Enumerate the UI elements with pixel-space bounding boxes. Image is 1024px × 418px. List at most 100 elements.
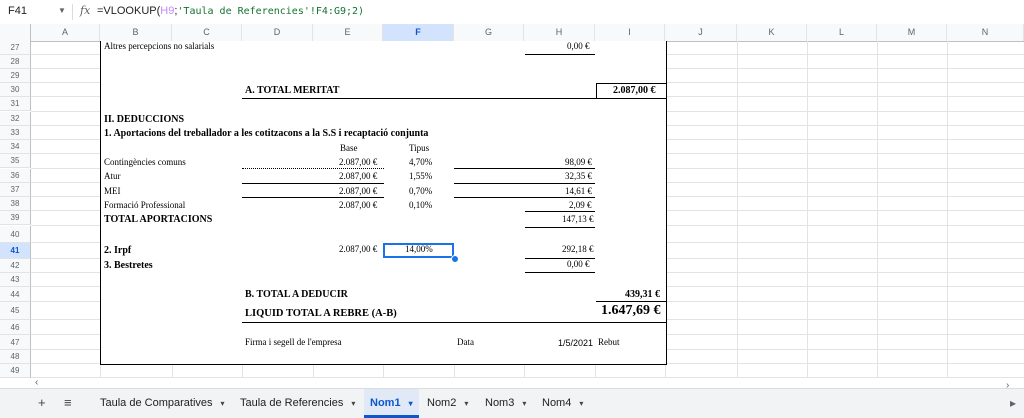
chevron-down-icon[interactable]: ▾ <box>221 399 225 408</box>
firma-label: Firma i segell de l'empresa <box>245 337 342 347</box>
chevron-down-icon[interactable]: ▾ <box>522 399 526 408</box>
row-header[interactable]: 45 <box>0 302 31 320</box>
item-label: Atur <box>104 171 121 181</box>
column-header-a[interactable]: A <box>31 24 100 41</box>
altres-underline <box>525 54 595 55</box>
tab-label: Nom1 <box>370 397 401 409</box>
formula-bar: F41 ▼ fx =VLOOKUP(H9;'Taula de Referenci… <box>0 0 1024 25</box>
bestretes-label: 3. Bestretes <box>104 260 153 271</box>
item-base: 2.087,00 € <box>339 157 378 167</box>
total-deduir-label: B. TOTAL A DEDUCIR <box>245 289 348 300</box>
row-header[interactable]: 44 <box>0 287 31 302</box>
row-header[interactable]: 36 <box>0 169 31 183</box>
row-header[interactable]: 34 <box>0 140 31 154</box>
item-value: 2,09 € <box>569 200 592 210</box>
tab-label: Nom4 <box>542 397 572 409</box>
select-all-corner[interactable] <box>0 24 31 41</box>
tab-nom1[interactable]: Nom1 ▾ <box>364 389 419 418</box>
row-header[interactable]: 30 <box>0 83 31 97</box>
row-header[interactable]: 38 <box>0 197 31 211</box>
tabs-scroll-right-icon[interactable]: ▸ <box>1010 396 1016 410</box>
scroll-left-icon[interactable]: ‹ <box>35 377 38 388</box>
tab-label: Taula de Referencies <box>240 397 344 409</box>
row-header[interactable]: 33 <box>0 126 31 140</box>
column-header-l[interactable]: L <box>807 24 877 41</box>
column-header-h[interactable]: H <box>524 24 595 41</box>
data-label: Data <box>457 337 474 347</box>
column-header-m[interactable]: M <box>877 24 947 41</box>
column-header-e[interactable]: E <box>313 24 383 41</box>
chevron-down-icon[interactable]: ▾ <box>409 399 413 408</box>
row-header[interactable]: 39 <box>0 211 31 225</box>
row-header[interactable]: 32 <box>0 112 31 126</box>
row-header[interactable]: 48 <box>0 350 31 364</box>
item-tipus: 0,70% <box>409 186 433 196</box>
row-header[interactable]: 31 <box>0 97 31 111</box>
item-value: 32,35 € <box>565 171 592 181</box>
item-value: 98,09 € <box>565 157 592 167</box>
deduccions-heading: II. DEDUCCIONS <box>104 114 185 125</box>
irpf-value: 292,18 € <box>562 244 594 254</box>
formula-divider <box>72 4 73 20</box>
item-base: 2.087,00 € <box>339 200 378 210</box>
tab-label: Nom3 <box>485 397 515 409</box>
row-header[interactable]: 27 <box>0 41 31 55</box>
item-tipus: 1,55% <box>409 171 433 181</box>
total-meritat-label: A. TOTAL MERITAT <box>245 85 340 96</box>
row-header[interactable]: 40 <box>0 226 31 243</box>
name-box-dropdown-icon[interactable]: ▼ <box>58 6 66 15</box>
tipus-header: Tipus <box>409 143 430 153</box>
row-header[interactable]: 35 <box>0 154 31 168</box>
column-header-c[interactable]: C <box>172 24 242 41</box>
name-box[interactable]: F41 <box>8 5 27 17</box>
total-aportacions-value: 147,13 € <box>562 214 594 224</box>
row-header[interactable]: 37 <box>0 183 31 197</box>
chevron-down-icon[interactable]: ▾ <box>351 399 355 408</box>
row-header[interactable]: 28 <box>0 55 31 69</box>
tab-label: Nom2 <box>427 397 457 409</box>
fill-handle[interactable] <box>451 255 459 263</box>
row-header[interactable]: 29 <box>0 69 31 83</box>
formula-ref: H9 <box>160 5 175 17</box>
horizontal-scrollbar[interactable]: ‹ <box>31 377 1024 388</box>
row-header[interactable]: 49 <box>0 364 31 378</box>
tab-nom3[interactable]: Nom3 ▾ <box>479 389 532 418</box>
tab-taula-de-comparatives[interactable]: Taula de Comparatives ▾ <box>94 389 231 418</box>
column-header-b[interactable]: B <box>100 24 172 41</box>
row-header[interactable]: 42 <box>0 259 31 273</box>
tab-nom4[interactable]: Nom4 ▾ <box>536 389 589 418</box>
formula-input[interactable]: =VLOOKUP(H9;'Taula de Referencies'!F4:G9… <box>97 5 364 17</box>
fx-icon: fx <box>80 4 91 17</box>
row-header[interactable]: 41 <box>0 243 31 259</box>
irpf-base: 2.087,00 € <box>339 244 378 254</box>
item-tipus: 4,70% <box>409 157 433 167</box>
tab-taula-de-referencies[interactable]: Taula de Referencies ▾ <box>234 389 361 418</box>
item-base: 2.087,00 € <box>339 171 378 181</box>
item-base: 2.087,00 € <box>339 186 378 196</box>
add-sheet-icon[interactable]: + <box>38 395 46 410</box>
column-header-g[interactable]: G <box>454 24 524 41</box>
item-value: 14,61 € <box>565 186 592 196</box>
payroll-sheet: Altres percepcions no salarials 0,00 € A… <box>100 41 667 365</box>
column-header-j[interactable]: J <box>665 24 737 41</box>
chevron-down-icon[interactable]: ▾ <box>464 399 468 408</box>
row-header[interactable]: 47 <box>0 335 31 350</box>
all-sheets-icon[interactable]: ≡ <box>64 395 72 410</box>
altres-label: Altres percepcions no salarials <box>104 41 215 51</box>
row-header[interactable]: 43 <box>0 273 31 287</box>
chevron-down-icon[interactable]: ▾ <box>579 399 583 408</box>
item-tipus: 0,10% <box>409 200 433 210</box>
row-header[interactable]: 46 <box>0 320 31 335</box>
rebut-label: Rebut <box>598 337 620 347</box>
irpf-label: 2. Irpf <box>104 245 132 256</box>
selected-cell-f41[interactable] <box>383 243 454 258</box>
altres-value: 0,00 € <box>567 41 590 51</box>
tab-nom2[interactable]: Nom2 ▾ <box>421 389 474 418</box>
column-header-i[interactable]: I <box>595 24 665 41</box>
column-header-d[interactable]: D <box>242 24 313 41</box>
data-value: 1/5/2021 <box>558 338 594 348</box>
column-header-n[interactable]: N <box>947 24 1024 41</box>
liquid-value: 1.647,69 € <box>601 303 661 318</box>
column-header-k[interactable]: K <box>737 24 807 41</box>
column-header-f[interactable]: F <box>383 24 454 41</box>
